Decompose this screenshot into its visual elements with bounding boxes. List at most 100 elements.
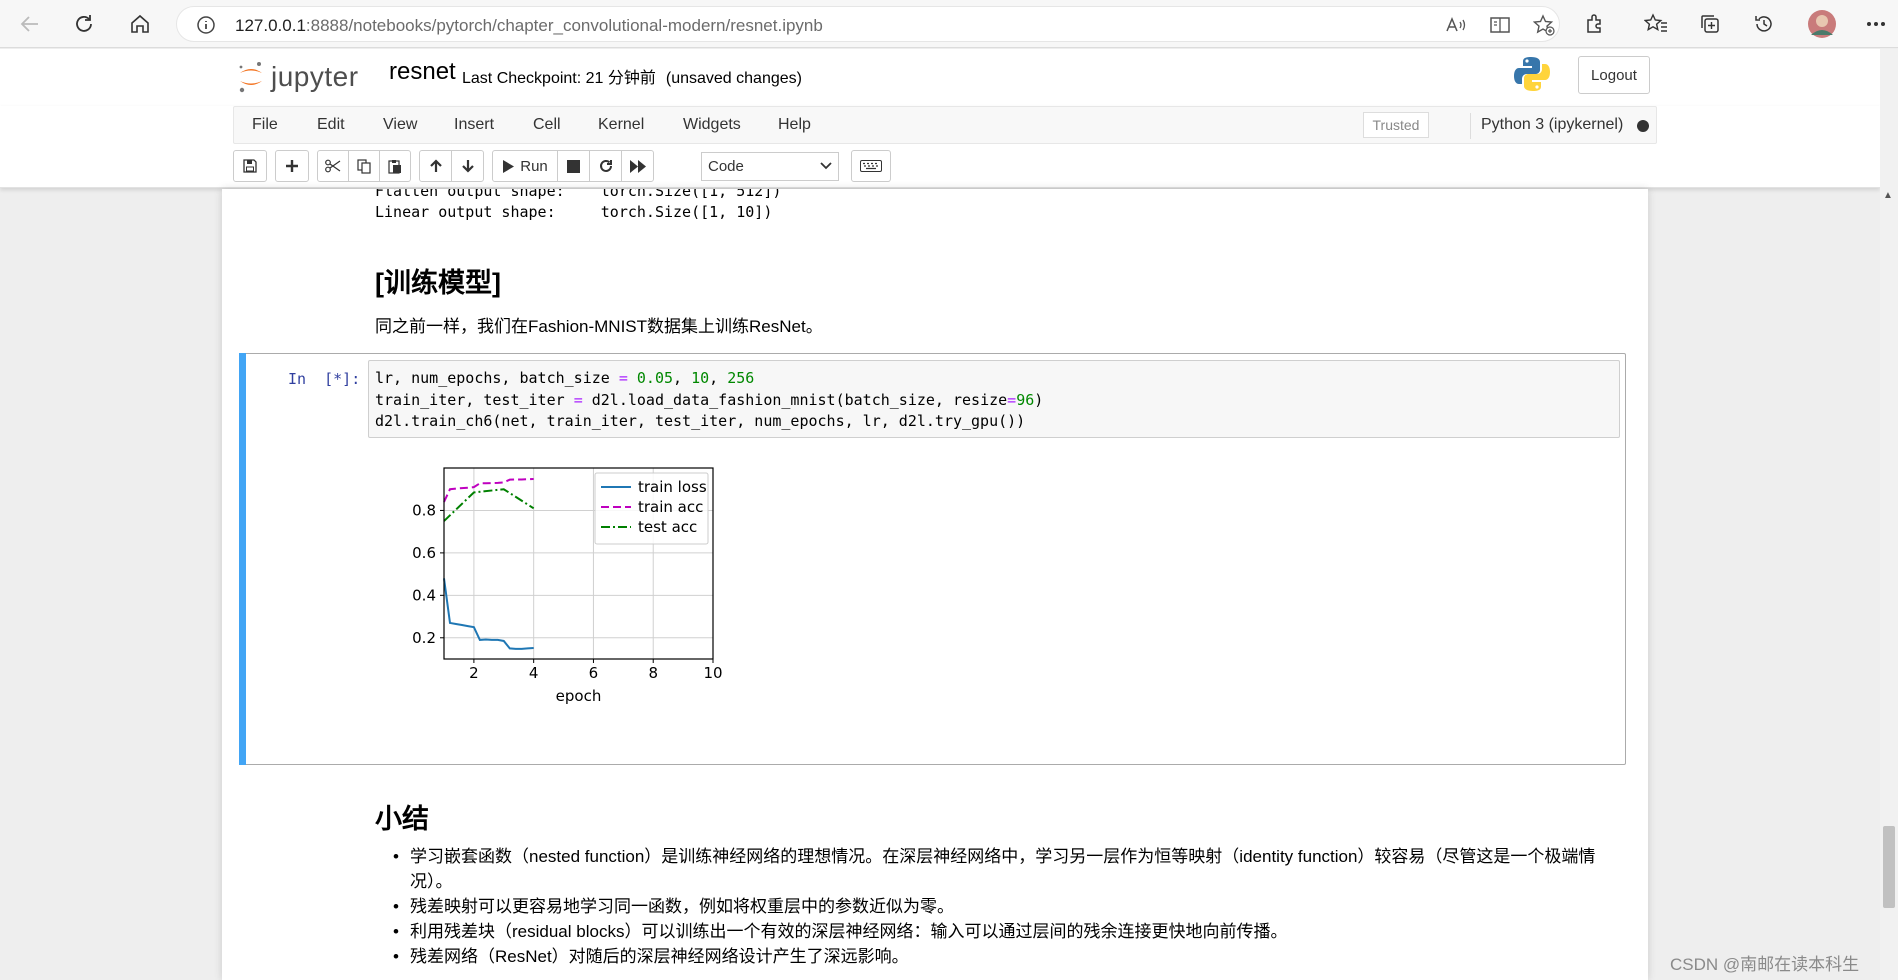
address-bar[interactable]: 127.0.0.1:8888/notebooks/pytorch/chapter… bbox=[176, 6, 1560, 42]
code-line-1: lr, num_epochs, batch_size = 0.05, 10, 2… bbox=[375, 369, 755, 387]
trusted-indicator[interactable]: Trusted bbox=[1363, 112, 1429, 138]
read-aloud-icon[interactable] bbox=[1441, 10, 1471, 40]
kernel-busy-indicator bbox=[1637, 120, 1649, 132]
training-plot: 2 4 6 8 10 0.2 0.4 0.6 0.8 epoch train loss train a… bbox=[412, 467, 723, 705]
x-axis-label: epoch bbox=[556, 687, 602, 705]
code-cell-selected[interactable]: In [*]: lr, num_epochs, batch_size = 0.0… bbox=[239, 353, 1626, 765]
chevron-down-icon bbox=[820, 162, 832, 170]
menu-help[interactable]: Help bbox=[778, 116, 811, 134]
legend-label: train loss bbox=[638, 478, 707, 496]
list-item: 残差映射可以更容易地学习同一函数，例如将权重层中的参数近似为零。 bbox=[375, 894, 1615, 919]
restart-icon bbox=[599, 159, 612, 172]
menubar: File Edit View Insert Cell Kernel Widget… bbox=[233, 106, 1657, 144]
code-content[interactable]: lr, num_epochs, batch_size = 0.05, 10, 2… bbox=[375, 368, 1043, 433]
code-editor[interactable]: lr, num_epochs, batch_size = 0.05, 10, 2… bbox=[368, 360, 1620, 438]
legend-label: train acc bbox=[638, 498, 703, 516]
browser-toolbar: 127.0.0.1:8888/notebooks/pytorch/chapter… bbox=[0, 0, 1898, 48]
menu-kernel[interactable]: Kernel bbox=[598, 116, 644, 134]
arrow-down-icon bbox=[461, 160, 474, 173]
cut-button[interactable] bbox=[317, 150, 349, 182]
code-line-3: d2l.train_ch6(net, train_iter, test_iter… bbox=[375, 412, 1026, 430]
back-button[interactable] bbox=[14, 8, 46, 40]
scissors-icon bbox=[325, 159, 341, 173]
collections-icon[interactable] bbox=[1694, 8, 1726, 40]
back-arrow-icon bbox=[20, 16, 38, 32]
y-tick-label: 0.6 bbox=[412, 544, 436, 562]
restart-run-all-button[interactable] bbox=[621, 150, 654, 182]
list-item: 残差网络（ResNet）对随后的深层神经网络设计产生了深远影响。 bbox=[375, 944, 1615, 969]
more-menu-icon[interactable] bbox=[1860, 8, 1892, 40]
menu-cell[interactable]: Cell bbox=[533, 116, 561, 134]
move-up-button[interactable] bbox=[419, 150, 452, 182]
play-icon bbox=[503, 159, 515, 173]
home-icon bbox=[131, 14, 149, 33]
restart-button[interactable] bbox=[589, 150, 622, 182]
menubar-container: File Edit View Insert Cell Kernel Widget… bbox=[0, 106, 1880, 188]
interrupt-button[interactable] bbox=[557, 150, 590, 182]
refresh-icon bbox=[76, 15, 92, 32]
cell-type-value: Code bbox=[708, 158, 744, 175]
y-tick-label: 0.8 bbox=[412, 501, 436, 519]
paste-button[interactable] bbox=[379, 150, 411, 182]
jupyter-header: jupyter resnet Last Checkpoint: 21 分钟前 (u… bbox=[0, 49, 1880, 106]
save-button[interactable] bbox=[233, 150, 267, 182]
scroll-up-arrow-icon[interactable]: ▲ bbox=[1883, 190, 1893, 201]
save-icon bbox=[243, 159, 257, 173]
favorites-icon[interactable] bbox=[1640, 8, 1672, 40]
fast-forward-icon bbox=[629, 159, 646, 173]
x-tick-label: 2 bbox=[469, 664, 479, 682]
y-tick-label: 0.4 bbox=[412, 586, 436, 604]
refresh-button[interactable] bbox=[68, 8, 100, 40]
jupyter-logo-icon bbox=[239, 62, 262, 93]
url-text[interactable]: 127.0.0.1:8888/notebooks/pytorch/chapter… bbox=[235, 16, 823, 36]
notebook-name[interactable]: resnet bbox=[389, 58, 456, 86]
immersive-reader-icon[interactable] bbox=[1485, 10, 1515, 40]
copy-icon bbox=[357, 158, 371, 174]
summary-list: 学习嵌套函数（nested function）是训练神经网络的理想情况。在深层神… bbox=[375, 844, 1615, 969]
section-heading: [训练模型] bbox=[375, 268, 501, 298]
profile-avatar[interactable] bbox=[1806, 8, 1838, 40]
move-down-button[interactable] bbox=[451, 150, 484, 182]
kernel-name[interactable]: Python 3 (ipykernel) bbox=[1481, 116, 1623, 134]
x-tick-label: 4 bbox=[529, 664, 539, 682]
insert-cell-button[interactable] bbox=[275, 150, 309, 182]
menu-widgets[interactable]: Widgets bbox=[683, 116, 741, 134]
notebook-toolbar: Run Code bbox=[233, 150, 933, 182]
home-button[interactable] bbox=[124, 8, 156, 40]
legend-label: test acc bbox=[638, 518, 697, 536]
scrollbar-thumb[interactable] bbox=[1883, 826, 1895, 908]
y-tick-label: 0.2 bbox=[412, 629, 436, 647]
logout-button[interactable]: Logout bbox=[1578, 56, 1650, 94]
jupyter-logo[interactable]: jupyter bbox=[237, 55, 359, 99]
menu-edit[interactable]: Edit bbox=[317, 116, 345, 134]
history-icon[interactable] bbox=[1748, 8, 1780, 40]
run-button[interactable]: Run bbox=[492, 150, 558, 182]
code-line-2: train_iter, test_iter = d2l.load_data_fa… bbox=[375, 390, 1044, 409]
menu-insert[interactable]: Insert bbox=[454, 116, 494, 134]
add-favorite-icon[interactable] bbox=[1529, 10, 1559, 40]
paste-icon bbox=[388, 159, 401, 174]
output-line: Linear output shape: torch.Size([1, 10]) bbox=[375, 203, 773, 221]
command-palette-button[interactable] bbox=[851, 150, 891, 182]
markdown-paragraph: 同之前一样，我们在Fashion-MNIST数据集上训练ResNet。 bbox=[375, 317, 823, 336]
plus-icon bbox=[286, 160, 298, 172]
kernel-separator bbox=[1470, 113, 1471, 139]
checkpoint-status: Last Checkpoint: 21 分钟前 (unsaved changes) bbox=[462, 64, 802, 88]
copy-button[interactable] bbox=[348, 150, 380, 182]
list-item: 利用残差块（residual blocks）可以训练出一个有效的深层神经网络：输… bbox=[375, 919, 1615, 944]
summary-heading: 小结 bbox=[375, 804, 429, 834]
info-icon[interactable] bbox=[191, 10, 221, 40]
cell-selection-bar bbox=[239, 353, 246, 765]
checkpoint-text: Last Checkpoint: 21 分钟前 bbox=[462, 70, 656, 87]
stop-icon bbox=[567, 159, 580, 173]
run-label: Run bbox=[520, 157, 548, 175]
previous-cell-output: Flatten output shape: torch.Size([1, 512… bbox=[375, 189, 781, 223]
extensions-icon[interactable] bbox=[1578, 8, 1610, 40]
list-item: 学习嵌套函数（nested function）是训练神经网络的理想情况。在深层神… bbox=[375, 844, 1615, 894]
menu-file[interactable]: File bbox=[252, 116, 278, 134]
x-tick-label: 10 bbox=[703, 664, 722, 682]
unsaved-changes-text: (unsaved changes) bbox=[665, 70, 802, 87]
arrow-up-icon bbox=[429, 159, 442, 172]
cell-type-select[interactable]: Code bbox=[701, 152, 839, 181]
menu-view[interactable]: View bbox=[383, 116, 417, 134]
